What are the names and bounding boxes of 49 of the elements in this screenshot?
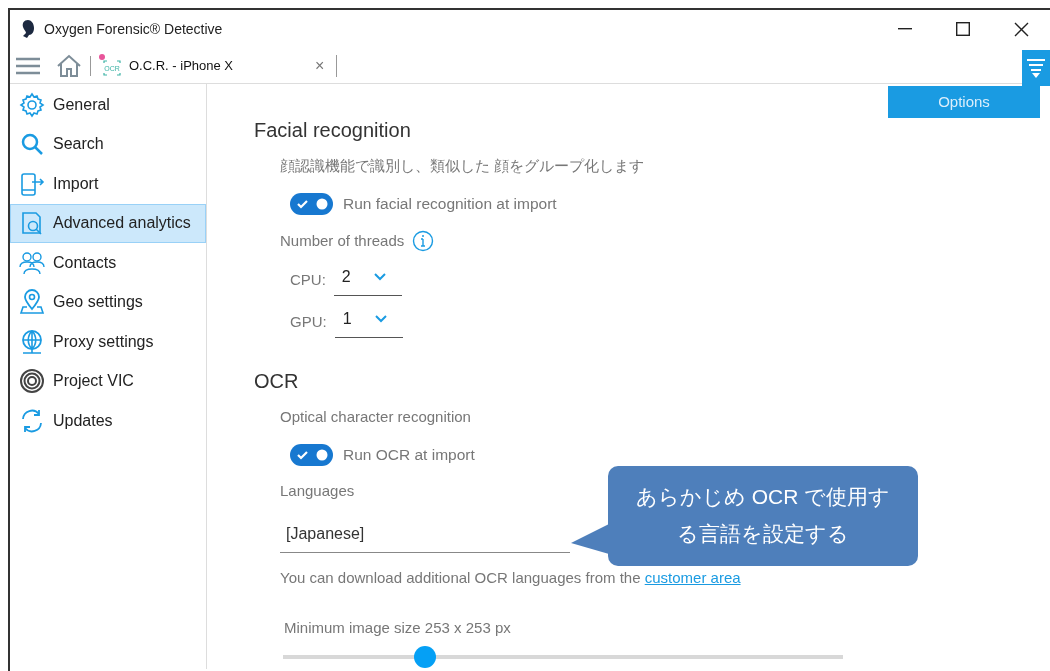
description: Optical character recognition (280, 407, 471, 428)
select-label: GPU: (290, 311, 327, 332)
map-pin-icon (19, 289, 45, 316)
minimize-icon (898, 28, 912, 30)
section-title: Facial recognition (254, 118, 412, 143)
dropdown[interactable]: 2 (333, 265, 402, 296)
app-logo-icon (20, 19, 36, 39)
close-icon (1013, 21, 1029, 37)
chevron-down-icon (373, 273, 386, 281)
sidebar-item[interactable]: Geo settings (10, 282, 206, 322)
description: 顔認識機能で識別し、類似した 顔をグループ化します (280, 156, 645, 177)
sidebar-item[interactable]: Updates (10, 401, 206, 441)
image-size-label: Minimum image size 253 x 253 px (283, 617, 511, 638)
toggle-label: Run OCR at import (343, 444, 475, 465)
sidebar-item[interactable]: Proxy settings (10, 322, 206, 362)
phone-arrow-icon (19, 170, 45, 197)
concentric-circles-icon (19, 368, 45, 395)
window-title: Oxygen Forensic® Detective (44, 19, 223, 39)
sidebar-item[interactable]: Advanced analytics (10, 203, 206, 243)
chevron-down-icon (374, 314, 387, 323)
languages-label: Languages (280, 481, 355, 502)
filter-icon (1026, 56, 1046, 80)
sidebar-item[interactable]: Contacts (10, 243, 206, 283)
toggle-label: Run facial recognition at import (343, 193, 557, 214)
select-label: CPU: (290, 270, 326, 291)
options-menu-button[interactable] (1022, 50, 1050, 86)
threads-label: Number of threads (280, 230, 405, 251)
tab-close-button[interactable]: × (311, 53, 329, 78)
sidebar-item[interactable]: Import (10, 164, 206, 204)
globe-icon (19, 328, 45, 355)
sidebar-item[interactable]: Search (10, 124, 206, 164)
languages-field[interactable]: [Japanese] (280, 515, 570, 553)
callout-tooltip: あらかじめ OCR で使用する言語を設定する (608, 466, 918, 566)
sidebar-item[interactable]: General (10, 85, 206, 125)
info-icon[interactable] (412, 230, 435, 252)
menu-icon[interactable] (16, 56, 40, 75)
sidebar-item[interactable]: Project VIC (10, 361, 206, 401)
callout-pointer (571, 524, 609, 554)
toggle-switch[interactable] (290, 192, 333, 215)
slider-thumb[interactable] (414, 646, 437, 668)
gear-icon (19, 91, 45, 118)
hint-text: You can download additional OCR languages from the customer area (280, 567, 741, 588)
refresh-icon (19, 407, 45, 434)
toggle-switch[interactable] (290, 443, 333, 466)
section-title: OCR (254, 369, 300, 394)
maximize-icon (956, 22, 970, 36)
people-icon (19, 249, 45, 276)
dropdown[interactable]: 1 (334, 306, 403, 338)
home-icon[interactable] (56, 53, 82, 78)
